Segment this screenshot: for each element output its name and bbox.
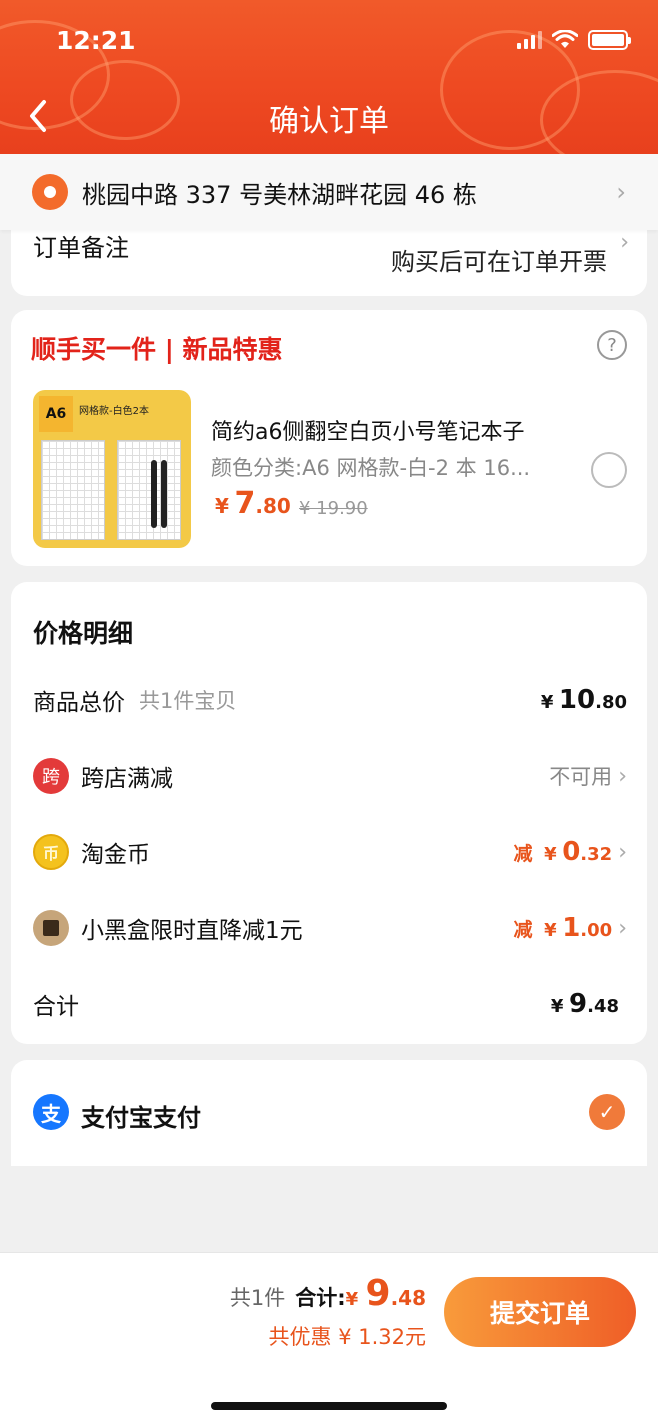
home-indicator[interactable] <box>211 1402 447 1410</box>
cross-store-icon: 跨 <box>33 758 69 794</box>
currency-symbol: ¥ <box>345 1289 359 1310</box>
original-price: ¥ 19.90 <box>299 498 368 519</box>
subtotal-value: ¥ 9.48 <box>551 989 619 1019</box>
price-integer: 7 <box>234 486 256 521</box>
price-detail-title: 价格明细 <box>33 619 134 648</box>
cross-store-label: 跨店满减 <box>81 766 173 792</box>
promo-card: 顺手买一件 | 新品特惠 ? A6 网格款-白色2本 简约a6侧翻空白页小号笔记… <box>11 310 647 566</box>
item-count: 共1件 <box>229 1286 286 1310</box>
taojinbi-row[interactable]: 币 淘金币 减 ¥ 0.32 › <box>33 832 627 872</box>
gold-coin-icon: 币 <box>33 834 69 870</box>
total-label: 合计: <box>295 1286 346 1310</box>
payment-method-card[interactable]: 支 支付宝支付 ✓ <box>11 1060 647 1166</box>
chevron-right-icon: › <box>618 763 627 789</box>
remark-value: 购买后可在订单开票 <box>391 248 607 276</box>
subtotal-row: 合计 ¥ 9.48 <box>33 984 627 1024</box>
price-decimal: .80 <box>255 494 291 518</box>
wifi-icon <box>552 30 578 48</box>
goods-count: 共1件宝贝 <box>139 689 237 713</box>
page-title: 确认订单 <box>269 104 389 139</box>
address-text: 桃园中路 337 号美林湖畔花园 46 栋 <box>82 180 477 209</box>
black-box-discount-row[interactable]: 小黑盒限时直降减1元 减 ¥ 1.00 › <box>33 908 627 948</box>
pen-graphic <box>161 460 167 528</box>
cross-store-value: 不可用 <box>549 765 613 789</box>
total-saving: 共优惠 ¥ 1.32元 <box>268 1325 426 1349</box>
checkmark-icon[interactable]: ✓ <box>589 1094 625 1130</box>
goods-total-value: ¥ 10.80 <box>541 685 627 715</box>
signal-icon <box>517 31 542 49</box>
pen-graphic <box>151 460 157 528</box>
currency-symbol: ¥ <box>550 996 564 1017</box>
subtotal-label: 合计 <box>33 994 79 1020</box>
value-integer: 10 <box>558 685 596 715</box>
black-box-label: 小黑盒限时直降减1元 <box>81 918 303 944</box>
submit-order-button[interactable]: 提交订单 <box>444 1277 636 1347</box>
location-pin-icon <box>32 174 68 210</box>
goods-total-row: 商品总价 共1件宝贝 ¥ 10.80 <box>33 680 627 720</box>
chevron-right-icon: › <box>618 915 627 941</box>
address-bar[interactable]: 桃园中路 337 号美林湖畔花园 46 栋 › <box>0 154 658 230</box>
currency-symbol: ¥ <box>544 920 557 941</box>
status-icons <box>517 30 631 50</box>
footer-total: 共1件 合计: ¥ 9.48 <box>230 1273 426 1314</box>
value-decimal: .48 <box>390 1286 426 1310</box>
add-product-radio[interactable] <box>591 452 627 488</box>
taojinbi-label: 淘金币 <box>81 842 150 868</box>
promo-title: 顺手买一件 | 新品特惠 <box>31 335 283 364</box>
price-symbol: ¥ <box>215 494 229 518</box>
value-decimal: .48 <box>587 996 619 1017</box>
product-thumbnail[interactable]: A6 网格款-白色2本 <box>33 390 191 548</box>
currency-symbol: ¥ <box>544 844 557 865</box>
alipay-icon: 支 <box>33 1094 69 1130</box>
value-integer: 1 <box>562 913 581 943</box>
status-time: 12:21 <box>56 26 136 55</box>
price-detail-card: 价格明细 商品总价 共1件宝贝 ¥ 10.80 跨 跨店满减 不可用 › 币 淘… <box>11 582 647 1044</box>
goods-total-label: 商品总价 <box>33 690 125 716</box>
battery-icon <box>588 30 631 50</box>
black-box-icon <box>33 910 69 946</box>
product-spec[interactable]: 颜色分类:A6 网格款-白-2 本 16... <box>211 452 530 482</box>
thumb-caption: 网格款-白色2本 <box>79 406 149 417</box>
total-amount: ¥ 9.48 <box>346 1273 426 1314</box>
product-price: ¥ 7.80 <box>215 486 291 521</box>
thumb-size-label: A6 <box>39 396 73 432</box>
black-box-value: 减 ¥ 1.00 <box>514 913 613 943</box>
minus-label: 减 <box>513 919 533 941</box>
value-decimal: .00 <box>580 920 613 941</box>
taojinbi-value: 减 ¥ 0.32 <box>514 837 613 867</box>
minus-label: 减 <box>513 843 533 865</box>
chevron-right-icon: › <box>620 230 629 255</box>
currency-symbol: ¥ <box>540 692 554 713</box>
help-icon[interactable]: ? <box>597 330 627 360</box>
payment-label: 支付宝支付 <box>81 1104 201 1132</box>
value-integer: 9 <box>365 1273 391 1314</box>
chevron-right-icon: › <box>618 839 627 865</box>
value-integer: 9 <box>569 989 588 1019</box>
value-decimal: .80 <box>595 692 627 713</box>
checkout-bar: 共1件 合计: ¥ 9.48 共优惠 ¥ 1.32元 提交订单 <box>0 1252 658 1424</box>
notebook-page-right <box>117 440 181 540</box>
value-decimal: .32 <box>580 844 613 865</box>
value-integer: 0 <box>562 837 581 867</box>
chevron-right-icon: › <box>616 178 626 206</box>
remark-label: 订单备注 <box>33 234 129 262</box>
notebook-page-left <box>41 440 105 540</box>
product-name[interactable]: 简约a6侧翻空白页小号笔记本子 <box>211 414 524 446</box>
header-bar: 12:21 确认订单 <box>0 0 658 154</box>
cross-store-discount-row[interactable]: 跨 跨店满减 不可用 › <box>33 756 627 796</box>
